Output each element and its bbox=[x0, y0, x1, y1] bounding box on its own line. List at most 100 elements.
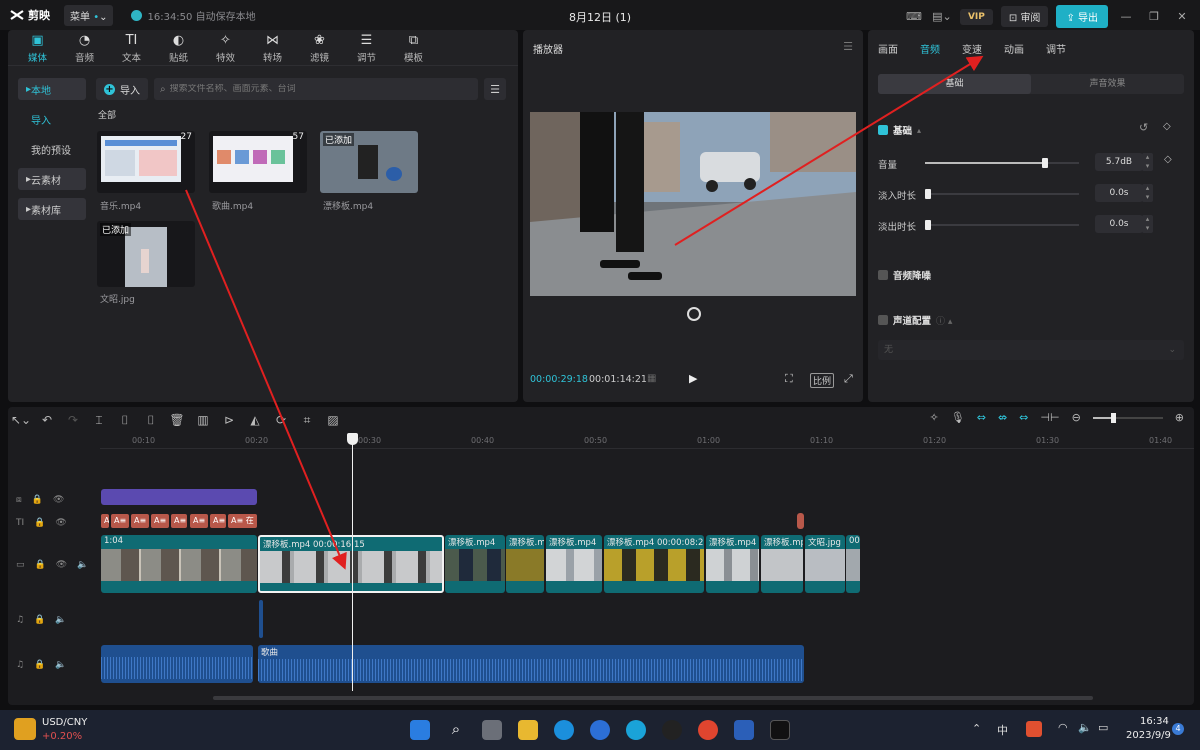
text-clip[interactable]: A≡ bbox=[190, 514, 208, 528]
clock-time[interactable]: 16:34 bbox=[1140, 716, 1169, 727]
audio-clip-small[interactable] bbox=[259, 600, 263, 638]
redo-icon[interactable]: ↷ bbox=[60, 413, 86, 427]
nav-library[interactable]: ▸ 素材库 bbox=[18, 198, 86, 220]
fade-in-slider[interactable] bbox=[925, 189, 1079, 199]
chrome-icon[interactable] bbox=[698, 720, 718, 740]
fade-in-stepper[interactable]: ▴ ▾ bbox=[1142, 184, 1153, 202]
tab-sticker[interactable]: ◐ 贴纸 bbox=[155, 30, 202, 64]
nav-import[interactable]: 导入 bbox=[18, 108, 86, 130]
reset-icon[interactable]: ↺ bbox=[1139, 121, 1148, 134]
fade-out-slider[interactable] bbox=[925, 220, 1079, 230]
undo-icon[interactable]: ↶ bbox=[34, 413, 60, 427]
word-icon[interactable] bbox=[734, 720, 754, 740]
speaker-icon[interactable]: 🔈 bbox=[55, 660, 66, 670]
denoise-checkbox[interactable] bbox=[878, 270, 888, 280]
subtab-basic[interactable]: 基础 bbox=[878, 74, 1031, 94]
eye-icon[interactable]: 👁 bbox=[53, 495, 64, 505]
text-clip[interactable]: A≡ 在 bbox=[228, 514, 257, 528]
expand-icon[interactable]: ⤢ bbox=[844, 372, 853, 386]
mirror-icon[interactable]: ◭ bbox=[242, 413, 268, 427]
tab-audio[interactable]: ◔ 音频 bbox=[61, 30, 108, 64]
basic-checkbox[interactable] bbox=[878, 125, 888, 135]
nav-presets[interactable]: 我的预设 bbox=[18, 138, 86, 160]
text-clip[interactable]: A≡ bbox=[151, 514, 169, 528]
text-clip[interactable] bbox=[797, 513, 804, 529]
search-input[interactable] bbox=[169, 84, 472, 94]
tab-transition[interactable]: ⋈ 转场 bbox=[249, 30, 296, 64]
reverse-icon[interactable]: ⊳ bbox=[216, 413, 242, 427]
link-icon[interactable]: ⇔ bbox=[1019, 411, 1028, 424]
playhead[interactable] bbox=[352, 433, 353, 691]
antivirus-icon[interactable] bbox=[1026, 721, 1042, 737]
link-main-track-icon[interactable]: ⇔ bbox=[977, 411, 986, 424]
speaker-icon[interactable]: 🔈 bbox=[55, 615, 66, 625]
minimize-icon[interactable]: — bbox=[1116, 7, 1136, 27]
media-item-drift-board[interactable]: 已添加 bbox=[320, 131, 418, 193]
volume-stepper[interactable]: ▴ ▾ bbox=[1142, 153, 1153, 171]
menu-button[interactable]: 菜单 •⌄ bbox=[64, 4, 114, 26]
edge-dev-icon[interactable] bbox=[626, 720, 646, 740]
tab-filter[interactable]: ❀ 滤镜 bbox=[296, 30, 343, 64]
list-view-button[interactable]: ☰ bbox=[484, 78, 506, 100]
tab-picture[interactable]: 画面 bbox=[878, 41, 898, 56]
volume-value[interactable]: 5.7dB bbox=[1095, 153, 1143, 171]
clock-date[interactable]: 2023/9/9 bbox=[1126, 730, 1171, 741]
zoom-in-icon[interactable]: ⊕ bbox=[1175, 411, 1184, 424]
ratio-button[interactable]: 比例 bbox=[810, 373, 835, 388]
tab-animation[interactable]: 动画 bbox=[1004, 41, 1024, 56]
video-clip[interactable]: 漂移板.mp4 bbox=[761, 535, 803, 593]
video-clip[interactable]: 1:04 bbox=[101, 535, 257, 593]
widget-icon[interactable] bbox=[14, 718, 36, 740]
task-view-icon[interactable] bbox=[482, 720, 502, 740]
search-box[interactable]: ⌕ bbox=[154, 78, 478, 100]
start-icon[interactable] bbox=[410, 720, 430, 740]
lock-icon[interactable]: 🔒 bbox=[34, 518, 45, 528]
media-item-music[interactable]: 27 bbox=[97, 131, 195, 193]
volume-slider[interactable] bbox=[925, 158, 1079, 168]
tab-text[interactable]: TI 文本 bbox=[108, 30, 155, 64]
photo-clip[interactable]: 文昭.jpg bbox=[805, 535, 845, 593]
keyboard-icon[interactable]: ⌨ bbox=[904, 7, 924, 27]
close-icon[interactable]: ✕ bbox=[1172, 7, 1192, 27]
tab-adjust[interactable]: ☰ 调节 bbox=[343, 30, 390, 64]
fade-in-knob[interactable] bbox=[925, 189, 931, 199]
volume-knob[interactable] bbox=[1042, 158, 1049, 168]
play-icon[interactable]: ▶ bbox=[689, 372, 697, 385]
video-preview[interactable] bbox=[530, 112, 856, 296]
collapse-icon[interactable]: ▴ bbox=[917, 126, 921, 135]
text-clip[interactable]: A≡ bbox=[131, 514, 149, 528]
battery-icon[interactable]: ▭ bbox=[1098, 721, 1108, 734]
delete-icon[interactable]: 🗑 bbox=[164, 413, 190, 427]
edge-icon[interactable] bbox=[554, 720, 574, 740]
video-clip[interactable]: 00: bbox=[846, 535, 860, 593]
video-clip[interactable]: 漂移板.mp4 bbox=[546, 535, 602, 593]
layout-icon[interactable]: ▤⌄ bbox=[932, 7, 952, 27]
export-button[interactable]: ⇪ 导出 bbox=[1056, 5, 1108, 28]
media-item-song[interactable]: 57 bbox=[209, 131, 307, 193]
zoom-out-icon[interactable]: ⊖ bbox=[1072, 411, 1081, 424]
qq-icon[interactable] bbox=[662, 720, 682, 740]
trim-left-icon[interactable]: ⌷ bbox=[112, 413, 138, 428]
video-clip-selected[interactable]: 漂移板.mp4 00:00:16:15 bbox=[258, 535, 444, 593]
browser-icon[interactable] bbox=[590, 720, 610, 740]
wifi-icon[interactable]: ◠ bbox=[1058, 721, 1068, 734]
speaker-icon[interactable]: 🔈 bbox=[77, 560, 88, 570]
freeze-icon[interactable]: ▥ bbox=[190, 413, 216, 427]
song-audio-clip[interactable]: 歌曲 bbox=[258, 645, 804, 683]
nav-local[interactable]: ▸ 本地 bbox=[18, 78, 86, 100]
magic-icon[interactable]: ✧ bbox=[930, 411, 939, 424]
timeline-grid-icon[interactable]: ▦ bbox=[647, 373, 656, 384]
video-clip[interactable]: 漂移板.mp4 bbox=[445, 535, 505, 593]
fade-out-value[interactable]: 0.0s bbox=[1095, 215, 1143, 233]
split-icon[interactable]: ⌶ bbox=[86, 413, 112, 428]
notification-badge[interactable]: 4 bbox=[1172, 723, 1184, 735]
volume-icon[interactable]: 🔈 bbox=[1078, 721, 1092, 734]
lock-icon[interactable]: 🔒 bbox=[35, 560, 46, 570]
fullscreen-preview-icon[interactable]: ⛶ bbox=[785, 372, 793, 386]
text-clip[interactable]: A≡ bbox=[210, 514, 226, 528]
video-clip[interactable]: 漂移板.mp4 00:00:08:25 bbox=[604, 535, 704, 593]
file-explorer-icon[interactable] bbox=[518, 720, 538, 740]
eye-icon[interactable]: 👁 bbox=[56, 560, 67, 570]
image-edit-icon[interactable]: ▨ bbox=[320, 413, 346, 427]
microphone-icon[interactable]: 🎙 bbox=[951, 411, 965, 424]
